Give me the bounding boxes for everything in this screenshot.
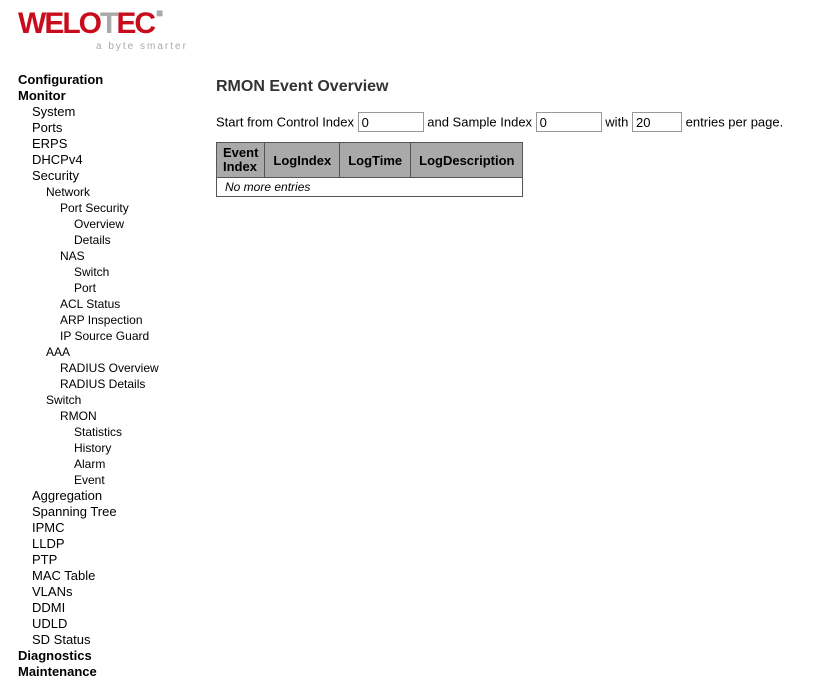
col-log-description: LogDescription <box>411 143 523 178</box>
nav-port-security-overview[interactable]: Overview <box>18 216 200 232</box>
and-sample-label: and Sample Index <box>427 115 532 130</box>
logo: WELOTEC■ a byte smarter <box>18 10 829 52</box>
entries-per-page-input[interactable] <box>632 112 682 132</box>
nav-nas-port[interactable]: Port <box>18 280 200 296</box>
filter-controls: Start from Control Index and Sample Inde… <box>216 112 829 132</box>
nav-nas-switch[interactable]: Switch <box>18 264 200 280</box>
nav-monitor[interactable]: Monitor <box>18 88 200 104</box>
nav-arp-inspection[interactable]: ARP Inspection <box>18 312 200 328</box>
nav-rmon-event[interactable]: Event <box>18 472 200 488</box>
nav-configuration[interactable]: Configuration <box>18 72 200 88</box>
nav-rmon-statistics[interactable]: Statistics <box>18 424 200 440</box>
col-event-index-line1: Event <box>223 145 258 160</box>
nav-rmon-history[interactable]: History <box>18 440 200 456</box>
logo-t: T <box>100 7 116 40</box>
nav-radius-details[interactable]: RADIUS Details <box>18 376 200 392</box>
nav-udld[interactable]: UDLD <box>18 616 200 632</box>
nav-ptp[interactable]: PTP <box>18 552 200 568</box>
nav-port-security-details[interactable]: Details <box>18 232 200 248</box>
col-log-time: LogTime <box>340 143 411 178</box>
no-entries-cell: No more entries <box>217 178 523 197</box>
nav-maintenance[interactable]: Maintenance <box>18 664 200 680</box>
col-event-index-line2: Index <box>223 159 257 174</box>
nav-rmon[interactable]: RMON <box>18 408 200 424</box>
nav-rmon-alarm[interactable]: Alarm <box>18 456 200 472</box>
logo-post: EC <box>116 7 154 40</box>
table-header-row: Event Index LogIndex LogTime LogDescript… <box>217 143 523 178</box>
nav-mac-table[interactable]: MAC Table <box>18 568 200 584</box>
nav-radius-overview[interactable]: RADIUS Overview <box>18 360 200 376</box>
nav-diagnostics[interactable]: Diagnostics <box>18 648 200 664</box>
nav-dhcpv4[interactable]: DHCPv4 <box>18 152 200 168</box>
nav-nas[interactable]: NAS <box>18 248 200 264</box>
nav-system[interactable]: System <box>18 104 200 120</box>
sidebar: Configuration Monitor System Ports ERPS … <box>0 56 200 680</box>
col-log-index: LogIndex <box>265 143 340 178</box>
logo-dot-icon: ■ <box>156 6 161 20</box>
entries-label: entries per page. <box>686 115 784 130</box>
nav-ddmi[interactable]: DDMI <box>18 600 200 616</box>
nav-ports[interactable]: Ports <box>18 120 200 136</box>
start-from-label: Start from Control Index <box>216 115 354 130</box>
nav-network[interactable]: Network <box>18 184 200 200</box>
nav-security[interactable]: Security <box>18 168 200 184</box>
control-index-input[interactable] <box>358 112 424 132</box>
nav-sd-status[interactable]: SD Status <box>18 632 200 648</box>
event-table: Event Index LogIndex LogTime LogDescript… <box>216 142 523 197</box>
nav-ipmc[interactable]: IPMC <box>18 520 200 536</box>
nav-erps[interactable]: ERPS <box>18 136 200 152</box>
nav-aggregation[interactable]: Aggregation <box>18 488 200 504</box>
logo-wordmark: WELOTEC■ <box>18 10 159 43</box>
nav-vlans[interactable]: VLANs <box>18 584 200 600</box>
logo-tagline: a byte smarter <box>96 41 188 52</box>
nav-ip-source-guard[interactable]: IP Source Guard <box>18 328 200 344</box>
nav-acl-status[interactable]: ACL Status <box>18 296 200 312</box>
header: WELOTEC■ a byte smarter <box>0 0 829 56</box>
main-content: RMON Event Overview Start from Control I… <box>200 56 829 680</box>
logo-pre: WELO <box>18 7 100 40</box>
nav-aaa[interactable]: AAA <box>18 344 200 360</box>
with-label: with <box>605 115 628 130</box>
sample-index-input[interactable] <box>536 112 602 132</box>
nav-switch[interactable]: Switch <box>18 392 200 408</box>
table-empty-row: No more entries <box>217 178 523 197</box>
nav-spanning-tree[interactable]: Spanning Tree <box>18 504 200 520</box>
col-event-index: Event Index <box>217 143 265 178</box>
page-title: RMON Event Overview <box>216 78 829 96</box>
nav-lldp[interactable]: LLDP <box>18 536 200 552</box>
nav-port-security[interactable]: Port Security <box>18 200 200 216</box>
